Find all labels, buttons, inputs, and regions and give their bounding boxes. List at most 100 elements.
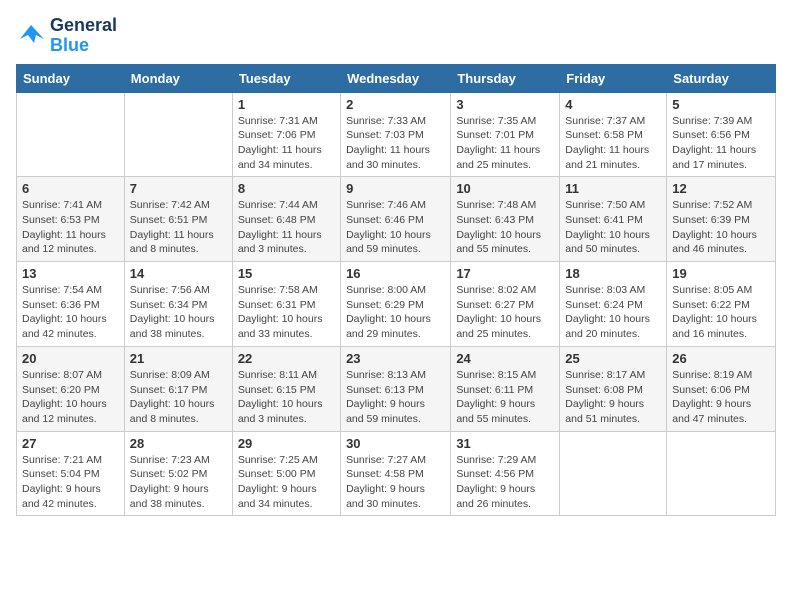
calendar-cell: 21 Sunrise: 8:09 AM Sunset: 6:17 PM Dayli… [124,346,232,431]
calendar-week-row: 6 Sunrise: 7:41 AM Sunset: 6:53 PM Daylig… [17,177,776,262]
calendar-cell: 9 Sunrise: 7:46 AM Sunset: 6:46 PM Daylig… [341,177,451,262]
calendar-cell: 6 Sunrise: 7:41 AM Sunset: 6:53 PM Daylig… [17,177,125,262]
calendar-cell: 31 Sunrise: 7:29 AM Sunset: 4:56 PM Dayli… [451,431,560,516]
day-number: 5 [672,97,770,112]
calendar-cell: 11 Sunrise: 7:50 AM Sunset: 6:41 PM Dayli… [560,177,667,262]
calendar-cell: 20 Sunrise: 8:07 AM Sunset: 6:20 PM Dayli… [17,346,125,431]
day-info: Sunrise: 8:09 AM Sunset: 6:17 PM Dayligh… [130,368,227,427]
calendar-week-row: 20 Sunrise: 8:07 AM Sunset: 6:20 PM Dayli… [17,346,776,431]
weekday-header-monday: Monday [124,64,232,92]
calendar-cell: 1 Sunrise: 7:31 AM Sunset: 7:06 PM Daylig… [232,92,340,177]
weekday-header-tuesday: Tuesday [232,64,340,92]
day-number: 9 [346,181,445,196]
calendar-table: SundayMondayTuesdayWednesdayThursdayFrid… [16,64,776,517]
day-number: 26 [672,351,770,366]
calendar-cell: 8 Sunrise: 7:44 AM Sunset: 6:48 PM Daylig… [232,177,340,262]
calendar-cell [124,92,232,177]
day-number: 16 [346,266,445,281]
day-info: Sunrise: 8:13 AM Sunset: 6:13 PM Dayligh… [346,368,445,427]
day-info: Sunrise: 8:19 AM Sunset: 6:06 PM Dayligh… [672,368,770,427]
day-info: Sunrise: 8:11 AM Sunset: 6:15 PM Dayligh… [238,368,335,427]
day-info: Sunrise: 8:00 AM Sunset: 6:29 PM Dayligh… [346,283,445,342]
day-number: 13 [22,266,119,281]
calendar-cell: 14 Sunrise: 7:56 AM Sunset: 6:34 PM Dayli… [124,262,232,347]
day-info: Sunrise: 7:50 AM Sunset: 6:41 PM Dayligh… [565,198,661,257]
calendar-cell: 16 Sunrise: 8:00 AM Sunset: 6:29 PM Dayli… [341,262,451,347]
day-number: 22 [238,351,335,366]
day-number: 30 [346,436,445,451]
day-number: 21 [130,351,227,366]
calendar-cell [17,92,125,177]
day-info: Sunrise: 8:02 AM Sunset: 6:27 PM Dayligh… [456,283,554,342]
calendar-cell: 5Sunrise: 7:39 AM Sunset: 6:56 PM Daylig… [667,92,776,177]
day-info: Sunrise: 8:15 AM Sunset: 6:11 PM Dayligh… [456,368,554,427]
day-number: 20 [22,351,119,366]
calendar-cell: 22 Sunrise: 8:11 AM Sunset: 6:15 PM Dayli… [232,346,340,431]
day-number: 24 [456,351,554,366]
day-number: 17 [456,266,554,281]
weekday-header-wednesday: Wednesday [341,64,451,92]
day-number: 14 [130,266,227,281]
day-info: Sunrise: 7:27 AM Sunset: 4:58 PM Dayligh… [346,453,445,512]
calendar-cell: 2Sunrise: 7:33 AM Sunset: 7:03 PM Daylig… [341,92,451,177]
day-number: 29 [238,436,335,451]
day-number: 10 [456,181,554,196]
day-number: 1 [238,97,335,112]
calendar-header-row: SundayMondayTuesdayWednesdayThursdayFrid… [17,64,776,92]
calendar-cell: 23 Sunrise: 8:13 AM Sunset: 6:13 PM Dayli… [341,346,451,431]
calendar-cell: 3Sunrise: 7:35 AM Sunset: 7:01 PM Daylig… [451,92,560,177]
day-info: Sunrise: 7:54 AM Sunset: 6:36 PM Dayligh… [22,283,119,342]
day-info: Sunrise: 7:35 AM Sunset: 7:01 PM Dayligh… [456,114,554,173]
day-info: Sunrise: 7:25 AM Sunset: 5:00 PM Dayligh… [238,453,335,512]
day-info: Sunrise: 7:33 AM Sunset: 7:03 PM Dayligh… [346,114,445,173]
calendar-cell: 7Sunrise: 7:42 AM Sunset: 6:51 PM Daylig… [124,177,232,262]
day-info: Sunrise: 8:05 AM Sunset: 6:22 PM Dayligh… [672,283,770,342]
weekday-header-sunday: Sunday [17,64,125,92]
calendar-cell: 29 Sunrise: 7:25 AM Sunset: 5:00 PM Dayli… [232,431,340,516]
calendar-cell: 28 Sunrise: 7:23 AM Sunset: 5:02 PM Dayli… [124,431,232,516]
calendar-week-row: 13 Sunrise: 7:54 AM Sunset: 6:36 PM Dayli… [17,262,776,347]
logo-text: GeneralBlue [50,16,117,56]
logo-bird-icon [16,21,46,51]
day-number: 25 [565,351,661,366]
header: GeneralBlue [16,16,776,56]
logo: GeneralBlue [16,16,117,56]
day-number: 31 [456,436,554,451]
calendar-cell: 26 Sunrise: 8:19 AM Sunset: 6:06 PM Dayli… [667,346,776,431]
day-info: Sunrise: 7:31 AM Sunset: 7:06 PM Dayligh… [238,114,335,173]
calendar-cell [560,431,667,516]
calendar-cell: 18 Sunrise: 8:03 AM Sunset: 6:24 PM Dayli… [560,262,667,347]
calendar-cell: 30 Sunrise: 7:27 AM Sunset: 4:58 PM Dayli… [341,431,451,516]
day-info: Sunrise: 7:52 AM Sunset: 6:39 PM Dayligh… [672,198,770,257]
day-number: 11 [565,181,661,196]
day-number: 18 [565,266,661,281]
day-info: Sunrise: 7:41 AM Sunset: 6:53 PM Dayligh… [22,198,119,257]
calendar-week-row: 1 Sunrise: 7:31 AM Sunset: 7:06 PM Daylig… [17,92,776,177]
day-info: Sunrise: 7:37 AM Sunset: 6:58 PM Dayligh… [565,114,661,173]
day-info: Sunrise: 7:23 AM Sunset: 5:02 PM Dayligh… [130,453,227,512]
weekday-header-thursday: Thursday [451,64,560,92]
day-info: Sunrise: 8:17 AM Sunset: 6:08 PM Dayligh… [565,368,661,427]
day-number: 6 [22,181,119,196]
day-info: Sunrise: 7:29 AM Sunset: 4:56 PM Dayligh… [456,453,554,512]
calendar-cell: 25 Sunrise: 8:17 AM Sunset: 6:08 PM Dayli… [560,346,667,431]
calendar-cell: 15Sunrise: 7:58 AM Sunset: 6:31 PM Dayli… [232,262,340,347]
day-info: Sunrise: 8:07 AM Sunset: 6:20 PM Dayligh… [22,368,119,427]
calendar-week-row: 27 Sunrise: 7:21 AM Sunset: 5:04 PM Dayli… [17,431,776,516]
day-info: Sunrise: 7:44 AM Sunset: 6:48 PM Dayligh… [238,198,335,257]
day-info: Sunrise: 8:03 AM Sunset: 6:24 PM Dayligh… [565,283,661,342]
day-info: Sunrise: 7:58 AM Sunset: 6:31 PM Dayligh… [238,283,335,342]
weekday-header-saturday: Saturday [667,64,776,92]
day-number: 28 [130,436,227,451]
calendar-cell: 27 Sunrise: 7:21 AM Sunset: 5:04 PM Dayli… [17,431,125,516]
day-info: Sunrise: 7:56 AM Sunset: 6:34 PM Dayligh… [130,283,227,342]
day-number: 27 [22,436,119,451]
day-number: 19 [672,266,770,281]
day-number: 12 [672,181,770,196]
day-info: Sunrise: 7:46 AM Sunset: 6:46 PM Dayligh… [346,198,445,257]
day-info: Sunrise: 7:21 AM Sunset: 5:04 PM Dayligh… [22,453,119,512]
day-number: 23 [346,351,445,366]
calendar-cell: 4Sunrise: 7:37 AM Sunset: 6:58 PM Daylig… [560,92,667,177]
day-number: 8 [238,181,335,196]
calendar-cell: 19 Sunrise: 8:05 AM Sunset: 6:22 PM Dayli… [667,262,776,347]
